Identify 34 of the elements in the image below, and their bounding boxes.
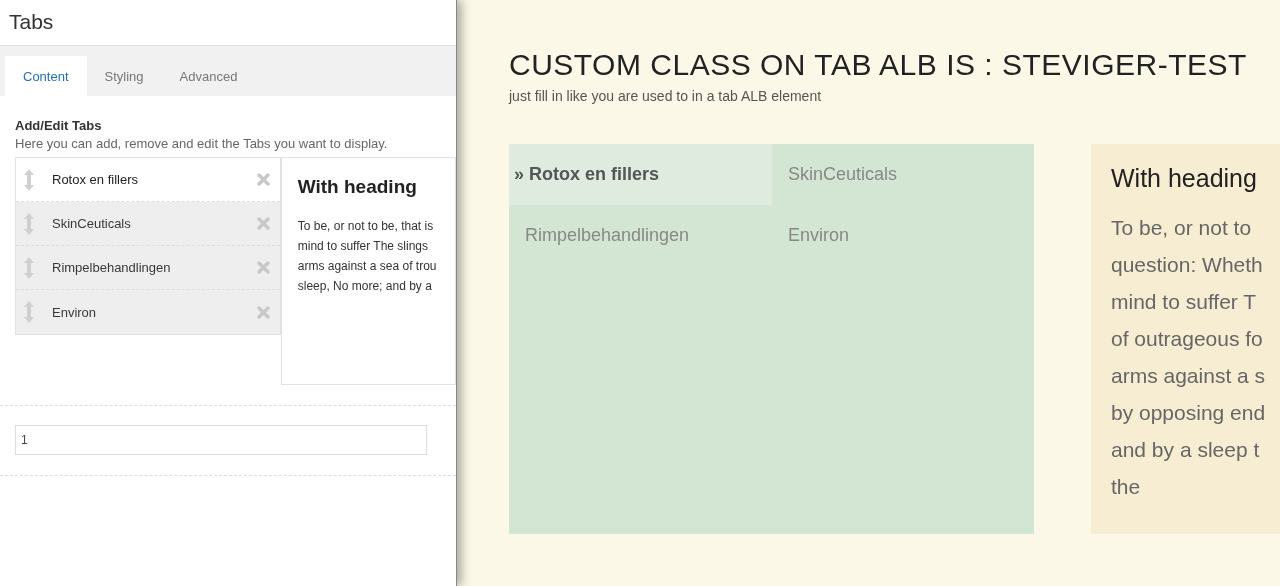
drag-handle-icon[interactable] xyxy=(24,301,34,323)
tab[interactable]: Content xyxy=(5,56,87,96)
drag-handle-icon[interactable] xyxy=(24,168,34,191)
tab-list-item[interactable]: Environ xyxy=(16,290,280,334)
tab[interactable]: » Rotox en fillers xyxy=(509,144,772,205)
preview-heading: With heading xyxy=(297,176,418,198)
preview-text-line: sleep, No more; and by a xyxy=(297,278,433,295)
tab-list-item[interactable]: SkinCeuticals xyxy=(16,202,280,246)
drag-handle-icon[interactable] xyxy=(24,212,34,235)
content-text-line: mind to suffer T xyxy=(1111,289,1258,315)
drag-handle-icon[interactable] xyxy=(24,256,34,279)
content-heading: With heading xyxy=(1111,164,1258,193)
remove-icon[interactable] xyxy=(256,261,270,274)
content-text-line: arms against a s xyxy=(1111,363,1267,389)
number-field[interactable]: 1 xyxy=(15,425,427,455)
page-subtitle: just fill in like you are used to in a tab ALB element xyxy=(509,88,823,104)
page-title: CUSTOM CLASS ON TAB ALB IS : STEVIGER-TEST xyxy=(509,48,1248,82)
content-text-line: and by a sleep t xyxy=(1111,437,1261,463)
remove-icon[interactable] xyxy=(256,173,270,186)
content-text-line: the xyxy=(1111,474,1142,500)
content-text-line: by opposing end xyxy=(1111,400,1267,426)
tab-list-item[interactable]: Rimpelbehandlingen xyxy=(16,246,280,290)
section-description: Here you can add, remove and edit the Tabs you want to display. xyxy=(14,135,389,153)
remove-icon[interactable] xyxy=(256,217,270,230)
preview-text-line: mind to suffer The slings xyxy=(297,238,430,255)
preview-text-line: arms against a sea of trou xyxy=(297,258,438,275)
preview-text-line: To be, or not to be, that is xyxy=(297,218,435,235)
tab[interactable]: Styling xyxy=(86,56,162,96)
content-text-line: of outrageous fo xyxy=(1111,326,1264,352)
content-text-line: question: Wheth xyxy=(1111,252,1264,278)
section-title: Add/Edit Tabs xyxy=(14,118,103,133)
tab[interactable]: Advanced xyxy=(161,56,256,96)
remove-icon[interactable] xyxy=(256,305,270,319)
content-text-line: To be, or not to xyxy=(1111,215,1253,241)
